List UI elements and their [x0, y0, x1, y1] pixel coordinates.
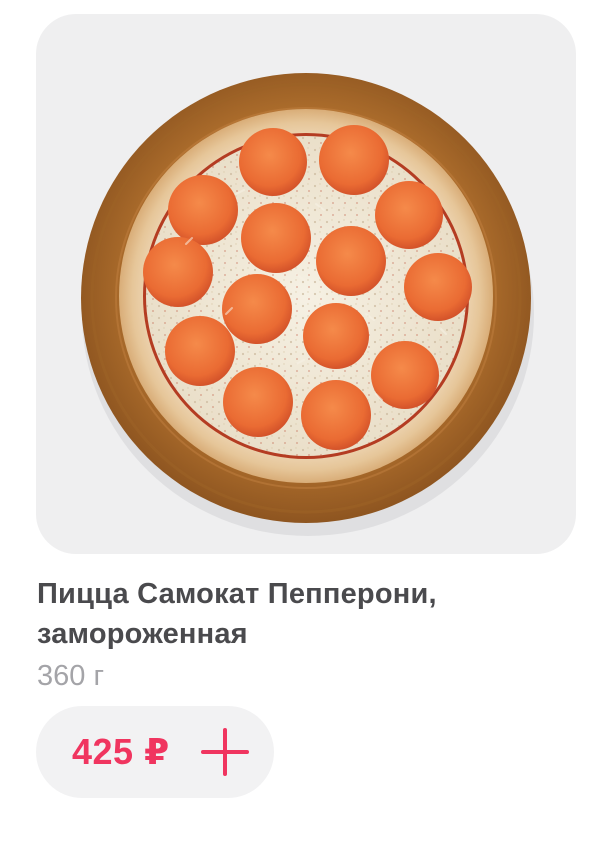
product-image[interactable]: [36, 14, 576, 554]
product-weight: 360 г: [37, 660, 105, 692]
add-to-cart-button[interactable]: 425 ₽: [36, 706, 274, 798]
price-label: 425 ₽: [72, 731, 170, 772]
pizza-illustration: [81, 73, 534, 536]
product-title: Пицца Самокат Пепперони, замороженная: [37, 578, 437, 650]
product-card[interactable]: Пицца Самокат Пепперони, замороженная 36…: [0, 0, 600, 846]
plus-icon: [201, 728, 249, 776]
